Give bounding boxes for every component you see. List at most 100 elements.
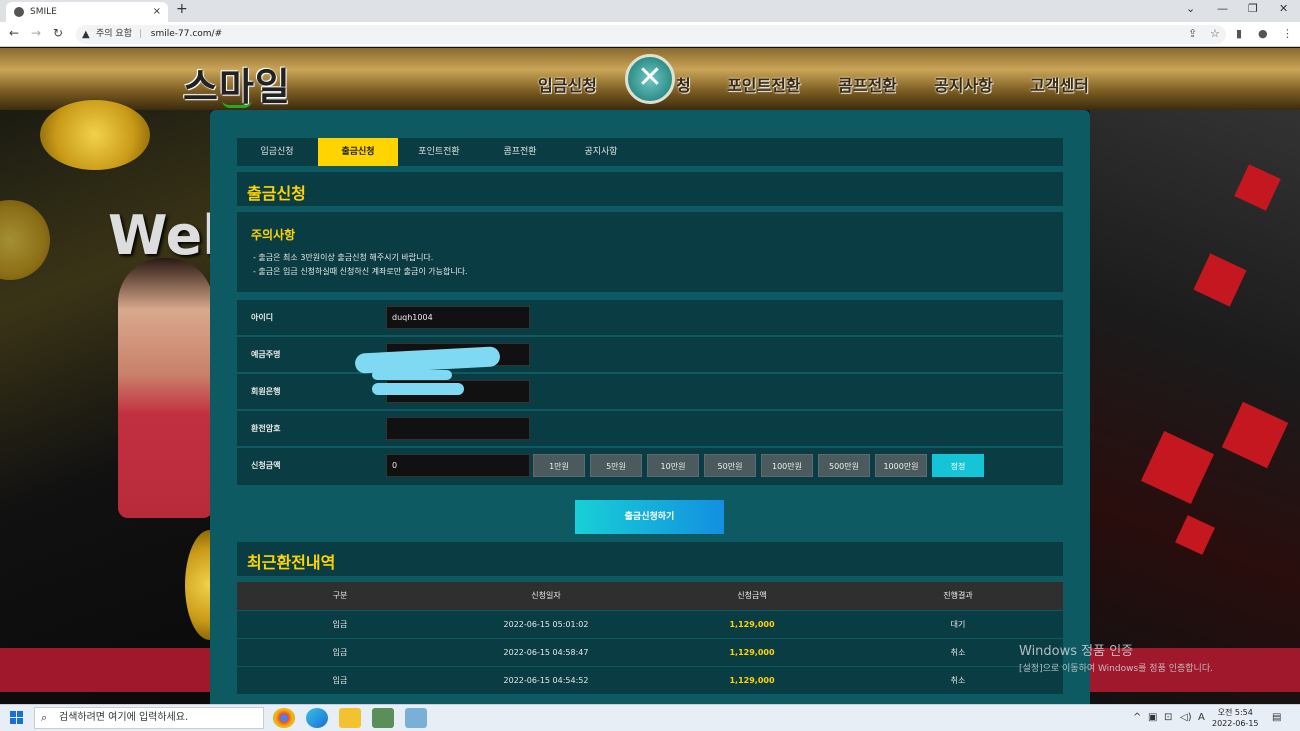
history-table-header: 구분 신청일자 신청금액 진행결과: [237, 582, 1063, 610]
chrome-icon[interactable]: [273, 708, 295, 728]
tab-deposit[interactable]: 입금신청: [237, 138, 317, 166]
tab-point-exchange[interactable]: 포인트전환: [399, 138, 479, 166]
history-title: 최근환전내역: [247, 553, 336, 572]
window-close-button[interactable]: ✕: [1279, 2, 1288, 15]
table-row: 입금 2022-06-15 04:54:52 1,129,000 취소: [237, 667, 1063, 695]
exchange-password-field[interactable]: [386, 417, 530, 440]
volume-icon[interactable]: ◁): [1180, 712, 1192, 723]
url-field[interactable]: ▲ 주의 요함 | smile-77.com/#: [76, 25, 1226, 44]
tab-notice[interactable]: 공지사항: [561, 138, 641, 166]
taskbar-clock[interactable]: 오전 5:54 2022-06-15: [1212, 707, 1259, 729]
id-field[interactable]: duqh1004: [386, 306, 530, 329]
nav-deposit[interactable]: 입금신청: [538, 72, 597, 96]
clock-date: 2022-06-15: [1212, 719, 1259, 728]
amount-1-button[interactable]: 1만원: [533, 454, 585, 477]
reset-button[interactable]: 정정: [932, 454, 984, 477]
profile-icon[interactable]: ●: [1258, 27, 1268, 40]
browser-tab-bar: SMILE × + ⌄ — ❐ ✕: [0, 0, 1300, 22]
notice-line: - 출금은 입금 신청하실때 신청하신 계좌로만 출금이 가능합니다.: [253, 267, 468, 276]
tab-comp-exchange[interactable]: 콤프전환: [480, 138, 560, 166]
heart-shape: [1175, 515, 1215, 555]
amount-500-button[interactable]: 500만원: [818, 454, 870, 477]
sidepanel-icon[interactable]: ▮: [1236, 27, 1242, 40]
edge-icon[interactable]: [306, 708, 328, 728]
left-red-banner: [0, 648, 210, 692]
file-explorer-icon[interactable]: [339, 708, 361, 728]
nav-point-exchange[interactable]: 포인트전환: [727, 72, 801, 96]
amount-cell: 1,129,000: [729, 676, 775, 685]
page-title: 출금신청: [247, 184, 306, 203]
globe-icon: [14, 7, 24, 17]
status-cell: 대기: [950, 620, 966, 629]
history-title-bar: 최근환전내역: [237, 542, 1063, 576]
form-row-password: 환전암호: [237, 411, 1063, 447]
star-icon[interactable]: ☆: [1210, 27, 1220, 40]
type-cell: 입금: [332, 648, 348, 657]
amount-cell: 1,129,000: [729, 648, 775, 657]
column-header: 신청일자: [531, 591, 561, 600]
amount-cell: 1,129,000: [729, 620, 775, 629]
tray-chevron-icon[interactable]: ^: [1133, 712, 1141, 723]
maximize-button[interactable]: ❐: [1248, 2, 1258, 15]
account-holder-label: 예금주명: [251, 350, 281, 359]
search-placeholder: 검색하려면 여기에 입력하세요.: [59, 712, 189, 723]
nav-withdraw[interactable]: 청: [676, 72, 691, 96]
id-label: 아이디: [251, 313, 274, 322]
column-header: 신청금액: [737, 591, 767, 600]
back-arrow-icon[interactable]: ←: [9, 26, 19, 40]
new-tab-button[interactable]: +: [176, 1, 188, 17]
share-icon[interactable]: ⇪: [1188, 27, 1197, 40]
tab-withdraw[interactable]: 출금신청: [318, 138, 398, 166]
table-row: 입금 2022-06-15 05:01:02 1,129,000 대기: [237, 611, 1063, 639]
clock-time: 오전 5:54: [1217, 708, 1253, 717]
activation-subtitle: [설정]으로 이동하여 Windows를 정품 인증합니다.: [1019, 664, 1213, 674]
coin-image: [0, 200, 50, 280]
tab-search-icon[interactable]: ⌄: [1186, 2, 1195, 15]
security-label: 주의 요함: [96, 29, 132, 39]
exchange-password-label: 환전암호: [251, 424, 281, 433]
amount-50-button[interactable]: 50만원: [704, 454, 756, 477]
heart-shape: [1193, 253, 1247, 307]
menu-icon[interactable]: ⋮: [1282, 27, 1293, 40]
reload-icon[interactable]: ↻: [53, 26, 63, 40]
nav-comp-exchange[interactable]: 콤프전환: [838, 72, 897, 96]
heart-shape: [1221, 401, 1289, 469]
network-icon[interactable]: ⊡: [1164, 712, 1172, 723]
bank-label: 회원은행: [251, 387, 281, 396]
windows-taskbar: ⌕ 검색하려면 여기에 입력하세요. ^ ▣ ⊡ ◁) A 오전 5:54 20…: [0, 704, 1300, 731]
close-x-icon[interactable]: ✕: [625, 54, 675, 104]
app-icon[interactable]: [372, 708, 394, 728]
forward-arrow-icon[interactable]: →: [31, 26, 41, 40]
notice-line: - 출금은 최소 3만원이상 출금신청 해주시기 바랍니다.: [253, 253, 434, 262]
amount-1000-button[interactable]: 1000만원: [875, 454, 927, 477]
app-icon[interactable]: [405, 708, 427, 728]
amount-field[interactable]: 0: [386, 454, 530, 477]
ime-icon[interactable]: A: [1198, 712, 1205, 723]
notification-icon[interactable]: ▤: [1272, 712, 1281, 723]
url-text: smile-77.com/#: [150, 29, 223, 39]
tray-app-icon[interactable]: ▣: [1148, 712, 1157, 723]
page-title-bar: 출금신청: [237, 172, 1063, 206]
site-header: 스마일 입금신청 청 ✕ 포인트전환 콤프전환 공지사항 고객센터: [0, 48, 1300, 110]
nav-notice[interactable]: 공지사항: [934, 72, 993, 96]
model-image: [118, 258, 213, 518]
table-row: 입금 2022-06-15 04:58:47 1,129,000 취소: [237, 639, 1063, 667]
amount-100-button[interactable]: 100만원: [761, 454, 813, 477]
amount-10-button[interactable]: 10만원: [647, 454, 699, 477]
nav-customer-center[interactable]: 고객센터: [1030, 72, 1089, 96]
notice-box: 주의사항 - 출금은 최소 3만원이상 출금신청 해주시기 바랍니다. - 출금…: [237, 212, 1063, 292]
column-header: 진행결과: [943, 591, 973, 600]
minimize-button[interactable]: —: [1217, 2, 1228, 15]
tab-close-icon[interactable]: ×: [153, 2, 161, 22]
date-cell: 2022-06-15 04:58:47: [503, 648, 589, 657]
smile-icon: [222, 100, 252, 108]
tab-title: SMILE: [30, 7, 57, 17]
taskbar-search-input[interactable]: ⌕ 검색하려면 여기에 입력하세요.: [34, 707, 264, 729]
withdraw-submit-button[interactable]: 출금신청하기: [575, 500, 724, 534]
windows-activation-watermark: Windows 정품 인증 [설정]으로 이동하여 Windows를 정품 인증…: [1019, 640, 1213, 674]
redaction-mark: [372, 383, 464, 395]
windows-start-icon[interactable]: [10, 711, 24, 725]
browser-tab[interactable]: SMILE ×: [6, 2, 168, 22]
amount-5-button[interactable]: 5만원: [590, 454, 642, 477]
column-header: 구분: [332, 591, 348, 600]
